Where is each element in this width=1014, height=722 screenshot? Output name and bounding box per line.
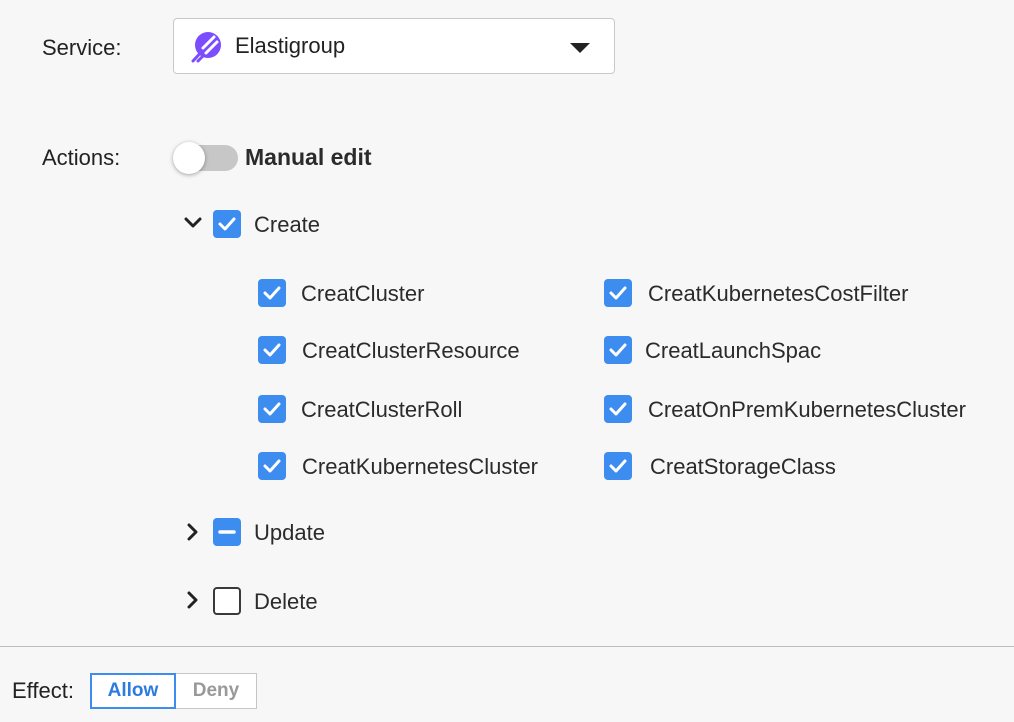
manual-edit-label: Manual edit (245, 144, 372, 170)
effect-allow-button[interactable]: Allow (90, 673, 176, 709)
update-group-checkbox[interactable] (213, 518, 241, 546)
creat-kubernetes-cost-filter-checkbox[interactable] (604, 279, 632, 307)
caret-down-icon[interactable] (570, 43, 590, 53)
creat-kubernetes-cluster-label: CreatKubernetesCluster (302, 454, 539, 479)
creat-cluster-resource-label: CreatClusterResource (302, 338, 520, 363)
creat-cluster-resource-checkbox[interactable] (258, 336, 286, 364)
creat-kubernetes-cost-filter-label: CreatKubernetesCostFilter (648, 281, 909, 306)
manual-edit-toggle[interactable] (173, 142, 238, 174)
creat-cluster-checkbox[interactable] (258, 279, 286, 307)
update-group-label: Update (254, 520, 325, 545)
creat-cluster-roll-label: CreatClusterRoll (301, 397, 463, 422)
divider (0, 646, 1014, 647)
elastigroup-logo-icon (190, 31, 222, 63)
create-group-checkbox[interactable] (213, 210, 241, 238)
service-select[interactable]: Elastigroup (173, 18, 615, 74)
delete-group-label: Delete (254, 589, 318, 614)
chevron-down-icon[interactable] (184, 214, 202, 232)
creat-on-prem-kubernetes-cluster-checkbox[interactable] (604, 395, 632, 423)
service-label: Service: (42, 35, 122, 60)
creat-launch-spac-checkbox[interactable] (604, 336, 632, 364)
chevron-right-icon[interactable] (184, 591, 202, 609)
creat-cluster-label: CreatCluster (301, 281, 425, 306)
effect-label: Effect: (12, 678, 74, 703)
chevron-right-icon[interactable] (184, 523, 202, 541)
creat-storage-class-checkbox[interactable] (604, 452, 632, 480)
effect-deny-button[interactable]: Deny (176, 673, 257, 709)
toggle-knob (173, 142, 205, 174)
creat-cluster-roll-checkbox[interactable] (258, 395, 286, 423)
service-selected-value: Elastigroup (235, 33, 346, 58)
creat-storage-class-label: CreatStorageClass (650, 454, 836, 479)
create-group-label: Create (254, 212, 321, 237)
creat-kubernetes-cluster-checkbox[interactable] (258, 452, 286, 480)
delete-group-checkbox[interactable] (213, 587, 241, 615)
actions-label: Actions: (42, 145, 121, 170)
creat-launch-spac-label: CreatLaunchSpac (645, 338, 822, 363)
creat-on-prem-kubernetes-cluster-label: CreatOnPremKubernetesCluster (648, 397, 966, 422)
